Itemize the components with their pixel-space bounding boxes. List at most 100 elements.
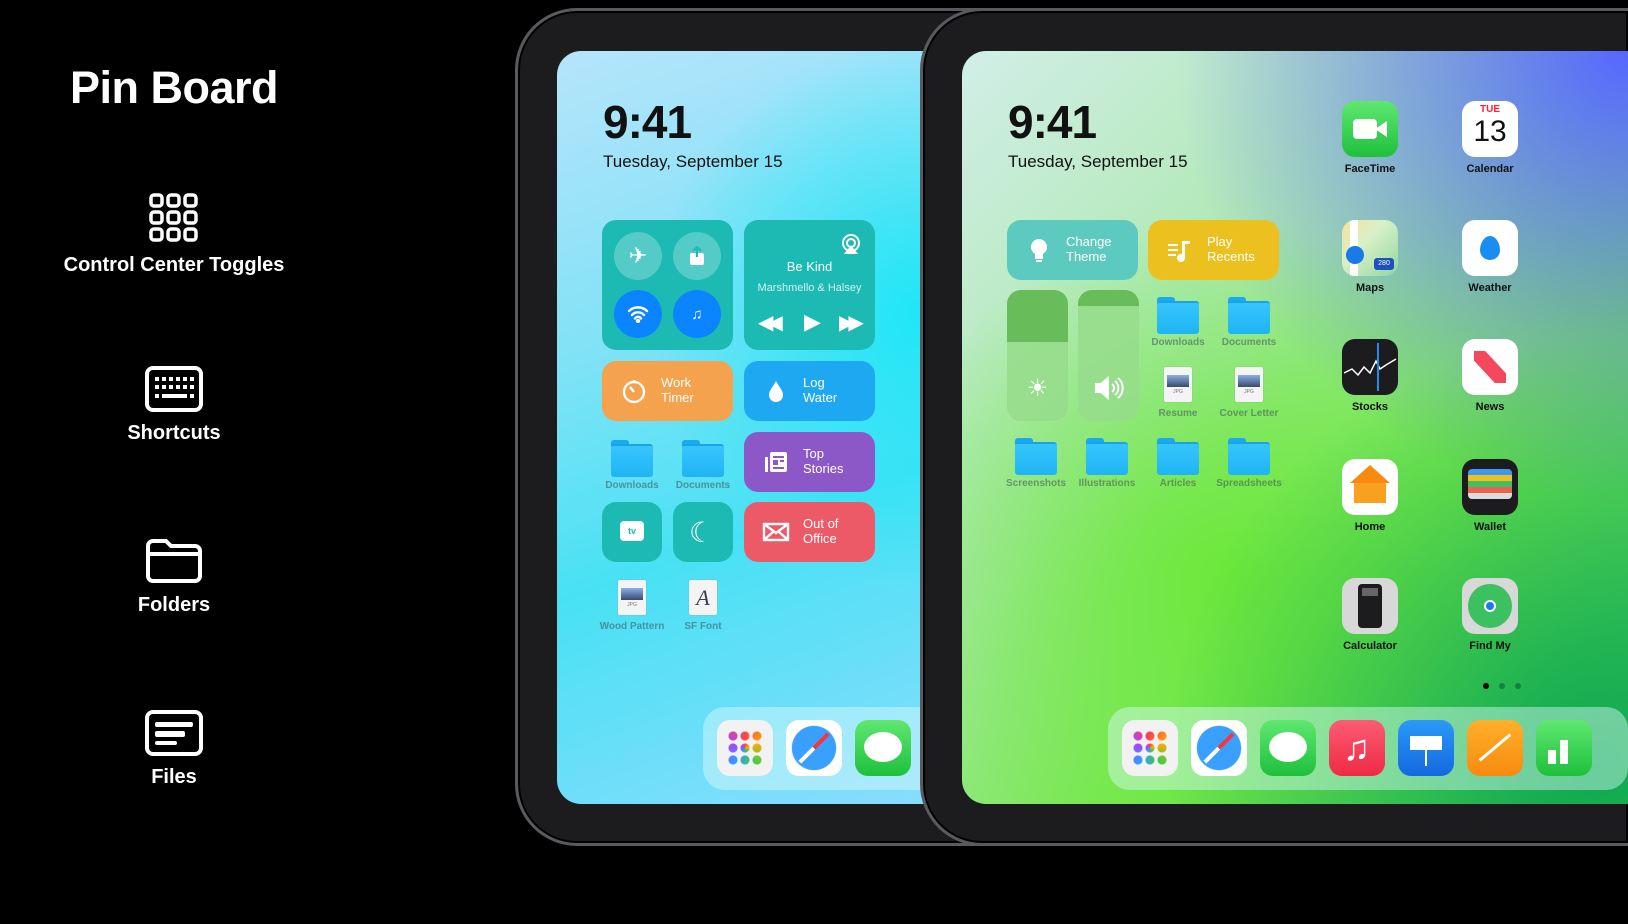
app-label: News (1475, 401, 1505, 413)
rewind-button[interactable]: ◀◀ (758, 310, 783, 335)
icon-shape (1410, 736, 1442, 750)
folder-label: Documents (675, 480, 731, 491)
dock-launchpad[interactable] (1122, 720, 1178, 776)
do-not-disturb-tile[interactable]: ☾ (673, 502, 733, 562)
pages-icon (1467, 720, 1523, 776)
share-toggle[interactable] (673, 232, 721, 280)
wifi-toggle[interactable] (614, 290, 662, 338)
app-label: Calendar (1466, 163, 1514, 175)
dock-numbers[interactable] (1536, 720, 1592, 776)
play-recents-shortcut[interactable]: Play Recents (1148, 220, 1279, 280)
folder-label: Spreadsheets (1216, 478, 1282, 489)
dock-safari[interactable] (1191, 720, 1247, 776)
rewind-icon: ◀◀ (758, 312, 783, 334)
stocks-icon (1342, 339, 1398, 395)
music-list-icon (1168, 241, 1190, 262)
folder-icon (146, 539, 202, 583)
icon-shape (1203, 732, 1235, 764)
files-icon (145, 710, 203, 756)
dock-pages[interactable] (1467, 720, 1523, 776)
page-dot[interactable] (1515, 683, 1521, 689)
calendar-icon: TUE 13 (1462, 101, 1518, 157)
airplay-icon[interactable] (839, 232, 863, 254)
shortcut-label: Top Stories (803, 446, 844, 476)
fast-forward-icon: ▶▶ (839, 312, 864, 334)
feature-files: Files (44, 710, 304, 789)
out-of-office-shortcut[interactable]: Out of Office (744, 502, 875, 562)
news-icon (1462, 339, 1518, 395)
icon-shape (727, 730, 763, 766)
weather-icon (1462, 220, 1518, 276)
airplane-toggle[interactable]: ✈ (614, 232, 662, 280)
document-icon: JPG (1235, 367, 1263, 402)
dock-keynote[interactable] (1398, 720, 1454, 776)
timer-icon (622, 380, 646, 404)
maps-icon: 280 (1342, 220, 1398, 276)
folder-icon (1086, 438, 1128, 475)
launchpad-icon (717, 720, 773, 776)
messages-icon (855, 720, 911, 776)
feature-label: Files (151, 766, 197, 788)
document-icon: JPG (618, 580, 646, 615)
control-toggles-widget: ✈ ♫ (602, 220, 733, 350)
top-stories-shortcut[interactable]: Top Stories (744, 432, 875, 492)
wallet-icon (1462, 459, 1518, 515)
fast-forward-button[interactable]: ▶▶ (839, 310, 864, 335)
shortcut-label: Play Recents (1207, 234, 1255, 264)
log-water-shortcut[interactable]: Log Water (744, 361, 875, 421)
airplane-icon: ✈ (628, 243, 648, 268)
facetime-icon (1342, 101, 1398, 157)
home-time: 9:41 (1008, 96, 1097, 148)
document-icon: A (689, 580, 717, 615)
folder-icon (1157, 438, 1199, 475)
dock-music[interactable]: ♫ (1329, 720, 1385, 776)
icon-shape (1425, 750, 1427, 766)
dock-messages[interactable] (1260, 720, 1316, 776)
feature-label: Folders (137, 594, 211, 616)
now-playing-widget: Be Kind Marshmello & Halsey ◀◀ ▶ ▶▶ (744, 220, 875, 350)
apple-tv-tile[interactable]: tv (602, 502, 662, 562)
page-title: Pin Board (70, 62, 279, 113)
lightbulb-icon (1031, 239, 1047, 262)
sun-icon: ☀ (1026, 375, 1049, 402)
lock-time: 9:41 (603, 96, 692, 148)
dock-safari[interactable] (786, 720, 842, 776)
dock-messages[interactable] (855, 720, 911, 776)
icon-shape (1269, 732, 1307, 762)
page-dot[interactable] (1499, 683, 1505, 689)
feature-shortcuts: Shortcuts (44, 366, 304, 445)
numbers-icon (1536, 720, 1592, 776)
volume-slider[interactable] (1078, 290, 1139, 421)
song-title: Be Kind (786, 259, 833, 274)
page-dot-active[interactable] (1483, 683, 1489, 689)
icon-shape (798, 732, 830, 764)
icon-shape (1343, 343, 1397, 391)
shortcut-label: Log Water (803, 375, 838, 405)
icon-shape (1560, 740, 1568, 764)
work-timer-shortcut[interactable]: Work Timer (602, 361, 733, 421)
feature-label: Shortcuts (127, 422, 221, 444)
image-thumbnail (1238, 375, 1260, 387)
launchpad-icon (1122, 720, 1178, 776)
airpods-toggle[interactable]: ♫ (673, 290, 721, 338)
folder-icon (611, 440, 653, 477)
dock-launchpad[interactable] (717, 720, 773, 776)
icon-shape (864, 732, 902, 762)
icon-shape (1480, 236, 1500, 260)
lock-date: Tuesday, September 15 (603, 152, 783, 171)
app-label: Home (1354, 521, 1386, 533)
volume-slider-fill (1078, 290, 1139, 306)
safari-icon (786, 720, 842, 776)
change-theme-shortcut[interactable]: Change Theme (1007, 220, 1138, 280)
app-label: Find My (1469, 640, 1511, 652)
file-label: SF Font (684, 621, 722, 632)
icon-shape (1346, 246, 1364, 264)
image-thumbnail (621, 588, 643, 600)
speaker-icon (1095, 376, 1124, 400)
file-label: Resume (1158, 408, 1198, 419)
file-label: Cover Letter (1219, 408, 1279, 419)
dock: ♫ (1108, 707, 1628, 790)
folder-icon (1157, 297, 1199, 334)
brightness-slider[interactable]: ☀ (1007, 290, 1068, 421)
play-button[interactable]: ▶ (804, 309, 821, 335)
